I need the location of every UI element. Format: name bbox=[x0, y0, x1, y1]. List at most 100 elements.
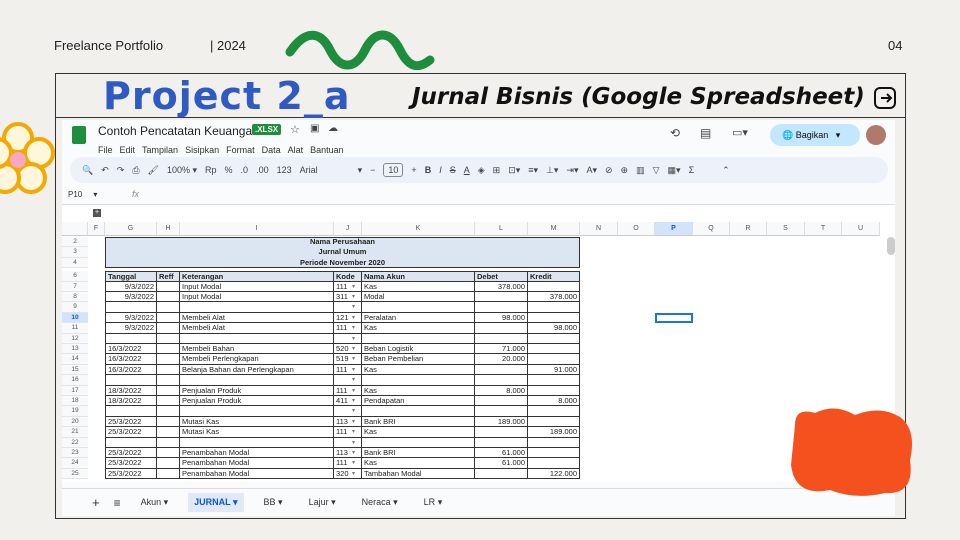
table-cell[interactable] bbox=[475, 406, 528, 417]
table-cell[interactable] bbox=[528, 302, 580, 313]
table-cell[interactable] bbox=[528, 344, 580, 355]
dropdown-icon[interactable]: ▾ bbox=[350, 375, 360, 385]
table-cell[interactable] bbox=[105, 333, 157, 344]
wrap-icon[interactable]: ⇥▾ bbox=[566, 165, 578, 176]
table-cell[interactable] bbox=[157, 396, 180, 407]
table-cell[interactable] bbox=[180, 333, 334, 344]
table-cell[interactable] bbox=[362, 437, 475, 448]
table-cell[interactable]: Membeli Alat bbox=[180, 312, 334, 324]
table-cell[interactable]: Pendapatan bbox=[362, 396, 475, 407]
row-number[interactable]: 20 bbox=[62, 416, 88, 428]
doc-title[interactable]: Contoh Pencatatan Keuangan bbox=[98, 124, 259, 138]
column-header[interactable]: J bbox=[334, 222, 362, 236]
table-cell[interactable]: Peralatan bbox=[362, 312, 475, 324]
row-number[interactable]: 16 bbox=[62, 375, 88, 386]
column-header[interactable]: U bbox=[842, 222, 880, 236]
table-cell[interactable] bbox=[475, 427, 528, 438]
table-cell[interactable] bbox=[528, 333, 580, 344]
table-cell[interactable]: 25/3/2022 bbox=[105, 427, 157, 438]
selected-cell[interactable] bbox=[655, 312, 693, 324]
scrollbar[interactable] bbox=[887, 237, 895, 255]
table-cell[interactable]: Input Modal bbox=[180, 292, 334, 303]
table-cell[interactable]: 9/3/2022 bbox=[105, 281, 157, 292]
avatar[interactable] bbox=[866, 125, 886, 145]
increase-decimal-button[interactable]: .00 bbox=[256, 165, 269, 175]
italic-icon[interactable]: I bbox=[439, 165, 442, 175]
dropdown-icon[interactable]: ▾ bbox=[350, 344, 360, 354]
menu-data[interactable]: Data bbox=[262, 145, 281, 155]
paint-format-icon[interactable]: 🖌 bbox=[148, 165, 159, 176]
row-number[interactable]: 24 bbox=[62, 458, 88, 469]
table-cell[interactable]: 16/3/2022 bbox=[105, 364, 157, 376]
table-cell[interactable]: 98.000 bbox=[528, 323, 580, 334]
table-cell[interactable]: 25/3/2022 bbox=[105, 458, 157, 469]
row-number[interactable]: 7 bbox=[62, 281, 88, 292]
table-cell[interactable] bbox=[157, 458, 180, 469]
tab-akun[interactable]: Akun ▾ bbox=[135, 493, 175, 512]
name-box[interactable]: P10 ▾ bbox=[68, 190, 97, 199]
table-cell[interactable]: Penjualan Produk bbox=[180, 396, 334, 407]
row-number[interactable]: 12 bbox=[62, 333, 88, 344]
table-cell[interactable] bbox=[105, 302, 157, 313]
table-cell[interactable] bbox=[157, 427, 180, 438]
table-cell[interactable]: Kas bbox=[362, 458, 475, 469]
table-cell[interactable] bbox=[475, 302, 528, 313]
table-cell[interactable]: 20.000 bbox=[475, 354, 528, 365]
column-header[interactable]: P bbox=[655, 222, 693, 236]
meet-icon[interactable]: ▭▾ bbox=[732, 126, 748, 139]
table-cell[interactable] bbox=[180, 375, 334, 386]
column-header[interactable]: I bbox=[180, 222, 334, 236]
table-cell[interactable]: Kas bbox=[362, 385, 475, 396]
table-cell[interactable]: Penambahan Modal bbox=[180, 448, 334, 459]
table-cell[interactable] bbox=[362, 375, 475, 386]
table-cell[interactable]: 25/3/2022 bbox=[105, 468, 157, 480]
table-cell[interactable] bbox=[105, 437, 157, 448]
row-number[interactable]: 15 bbox=[62, 364, 88, 376]
table-cell[interactable]: Penjualan Produk bbox=[180, 385, 334, 396]
table-cell[interactable]: 189.000 bbox=[528, 427, 580, 438]
table-cell[interactable] bbox=[157, 312, 180, 324]
rotate-icon[interactable]: A▾ bbox=[586, 165, 597, 176]
table-cell[interactable]: 122.000 bbox=[528, 468, 580, 480]
column-header[interactable]: L bbox=[475, 222, 528, 236]
table-cell[interactable]: 378.000 bbox=[528, 292, 580, 303]
row-number[interactable]: 22 bbox=[62, 437, 88, 448]
dropdown-icon[interactable]: ▾ bbox=[350, 448, 360, 458]
table-cell[interactable] bbox=[157, 448, 180, 459]
table-cell[interactable]: 9/3/2022 bbox=[105, 323, 157, 334]
dropdown-icon[interactable]: ▾ bbox=[350, 354, 360, 364]
row-number[interactable]: 3 bbox=[62, 247, 88, 258]
merge-icon[interactable]: ⊡▾ bbox=[508, 165, 520, 176]
dropdown-icon[interactable]: ▾ bbox=[350, 365, 360, 375]
table-cell[interactable]: 98.000 bbox=[475, 312, 528, 324]
column-header[interactable]: H bbox=[157, 222, 180, 236]
table-cell[interactable]: 378.000 bbox=[475, 281, 528, 292]
spreadsheet-grid[interactable]: F G H I J K L M N O P Q R S T U 2 3 4 6 Nama Perusahaan Jurna… bbox=[62, 222, 895, 482]
table-cell[interactable]: Input Modal bbox=[180, 281, 334, 292]
column-header[interactable]: M bbox=[528, 222, 580, 236]
row-number[interactable]: 23 bbox=[62, 448, 88, 459]
table-cell[interactable] bbox=[180, 406, 334, 417]
table-cell[interactable] bbox=[475, 292, 528, 303]
table-cell[interactable] bbox=[475, 437, 528, 448]
table-cell[interactable] bbox=[157, 385, 180, 396]
table-cell[interactable] bbox=[528, 385, 580, 396]
row-number[interactable]: 8 bbox=[62, 292, 88, 303]
table-cell[interactable] bbox=[528, 437, 580, 448]
table-cell[interactable]: Bank BRI bbox=[362, 416, 475, 428]
tab-jurnal[interactable]: JURNAL ▾ bbox=[188, 493, 244, 512]
table-cell[interactable] bbox=[475, 333, 528, 344]
table-cell[interactable]: Membeli Perlengkapan bbox=[180, 354, 334, 365]
table-cell[interactable] bbox=[475, 323, 528, 334]
table-cell[interactable]: Tambahan Modal bbox=[362, 468, 475, 480]
dropdown-icon[interactable]: ▾ bbox=[350, 438, 360, 448]
table-cell[interactable]: Belanja Bahan dan Perlengkapan bbox=[180, 364, 334, 376]
align-icon[interactable]: ≡▾ bbox=[528, 165, 538, 176]
table-cell[interactable]: Membeli Alat bbox=[180, 323, 334, 334]
table-cell[interactable]: Modal bbox=[362, 292, 475, 303]
column-header[interactable]: K bbox=[362, 222, 475, 236]
table-cell[interactable] bbox=[157, 375, 180, 386]
table-cell[interactable] bbox=[528, 354, 580, 365]
table-cell[interactable] bbox=[362, 406, 475, 417]
menu-view[interactable]: Tampilan bbox=[142, 145, 178, 155]
